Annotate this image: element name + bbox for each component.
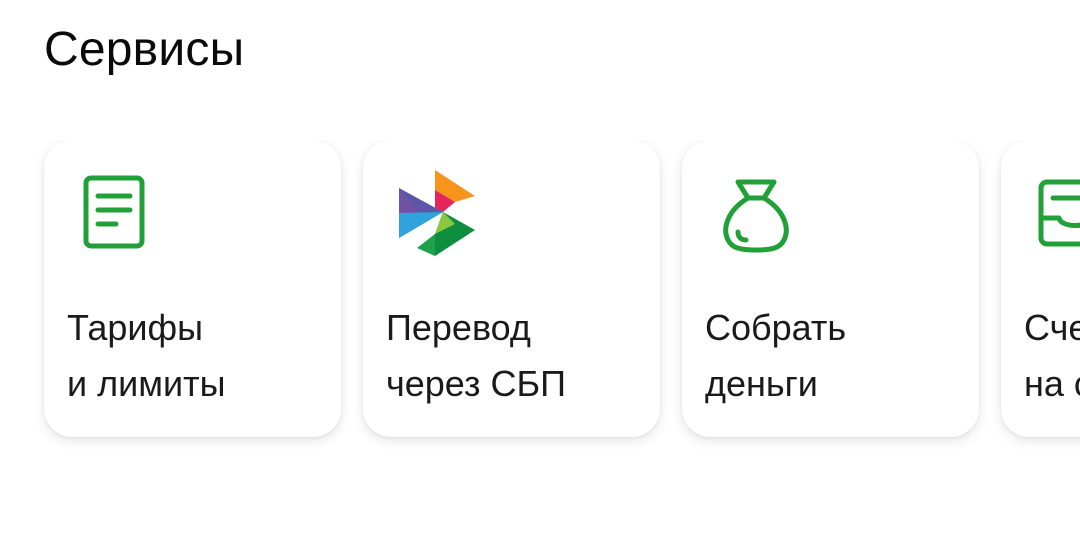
service-card-sbp-transfer[interactable]: Перевод через СБП [363, 140, 660, 437]
invoice-icon [1035, 170, 1080, 260]
label-line-1: Перевод [386, 307, 531, 348]
service-card-label: Собрать деньги [705, 300, 965, 412]
label-line-1: Тарифы [67, 307, 204, 348]
label-line-2: и лимиты [67, 363, 226, 404]
service-card-collect-money[interactable]: Собрать деньги [682, 140, 979, 437]
services-screen: Сервисы Тарифы и лимиты Перевод через СБ… [0, 0, 1080, 549]
sbp-logo-icon [397, 168, 477, 258]
service-card-invoices[interactable]: Сче на с [1001, 140, 1080, 437]
document-icon [78, 170, 158, 260]
service-card-label: Тарифы и лимиты [67, 300, 327, 412]
service-card-label: Сче на с [1024, 300, 1080, 412]
label-line-1: Сче [1024, 307, 1080, 348]
label-line-2: деньги [705, 363, 818, 404]
section-title: Сервисы [44, 23, 245, 76]
label-line-2: через СБП [386, 363, 567, 404]
label-line-2: на с [1024, 363, 1080, 404]
service-card-tariffs[interactable]: Тарифы и лимиты [44, 140, 341, 437]
service-card-label: Перевод через СБП [386, 300, 646, 412]
services-carousel[interactable]: Тарифы и лимиты Перевод через СБП Собрат… [0, 140, 1080, 470]
money-bag-icon [718, 170, 798, 260]
label-line-1: Собрать [705, 307, 847, 348]
